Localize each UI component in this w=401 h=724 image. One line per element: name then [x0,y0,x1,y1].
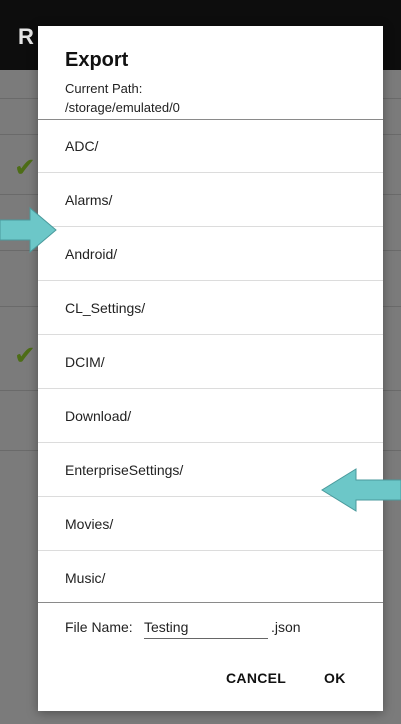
folder-item-android[interactable]: Android/ [38,227,383,281]
folder-item-alarms[interactable]: Alarms/ [38,173,383,227]
current-path-value: /storage/emulated/0 [65,100,180,115]
current-path-label: Current Path: [65,81,143,96]
folder-item-adc[interactable]: ADC/ [38,119,383,173]
list-bottom-divider [38,602,383,603]
cancel-button[interactable]: CANCEL [226,670,286,686]
file-name-label: File Name: [65,619,133,635]
folder-item-cl-settings[interactable]: CL_Settings/ [38,281,383,335]
folder-list[interactable]: ADC/ Alarms/ Android/ CL_Settings/ DCIM/… [38,119,383,600]
folder-item-music[interactable]: Music/ [38,551,383,600]
export-dialog: Export Current Path: /storage/emulated/0… [38,26,383,711]
check-icon: ✔ [14,340,36,370]
ok-button[interactable]: OK [324,670,346,686]
annotation-arrow-right-icon [0,206,57,254]
background-title: R [18,24,34,49]
annotation-arrow-left-icon [321,468,401,512]
file-extension-label: .json [271,619,301,635]
check-icon: ✔ [14,152,36,182]
arrow-shape [0,206,57,254]
dialog-title: Export [65,49,129,71]
folder-item-download[interactable]: Download/ [38,389,383,443]
file-name-input[interactable] [144,616,268,639]
arrow-shape [321,468,401,512]
folder-item-dcim[interactable]: DCIM/ [38,335,383,389]
